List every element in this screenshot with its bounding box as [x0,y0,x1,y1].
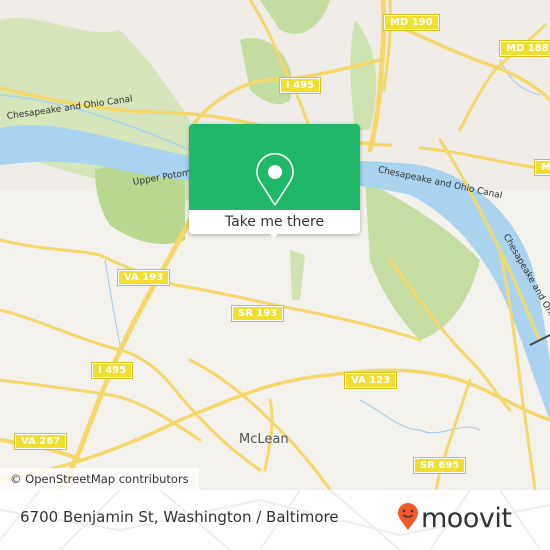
destination-popup: Take me there [189,124,360,238]
moovit-pin-icon [397,503,419,535]
road-shield-va123: VA 123 [343,372,398,389]
road-shield-md-right: M [534,159,550,176]
road-shield-va193: VA 193 [116,269,171,286]
moovit-wordmark: moovit [421,503,512,534]
map-view[interactable]: Chesapeake and Ohio Canal Upper Potomac … [0,0,550,490]
road-shield-md188: MD 188 [499,40,550,57]
take-me-there-button[interactable]: Take me there [189,210,360,234]
footer-bar: 6700 Benjamin St, Washington / Baltimore… [0,490,550,550]
road-shield-md190: MD 190 [383,14,440,31]
road-shield-sr695: SR 695 [412,457,467,474]
place-label-mclean: McLean [239,432,289,447]
map-canvas [0,0,550,490]
road-shield-i495-left: I 495 [90,362,134,379]
map-attribution[interactable]: © OpenStreetMap contributors [0,468,199,490]
road-shield-sr193: SR 193 [230,305,285,322]
address-text: 6700 Benjamin St, Washington / Baltimore [20,508,339,526]
road-shield-va267: VA 267 [13,433,68,450]
road-shield-i495-top: I 495 [278,77,322,94]
moovit-logo[interactable]: moovit [397,501,512,537]
